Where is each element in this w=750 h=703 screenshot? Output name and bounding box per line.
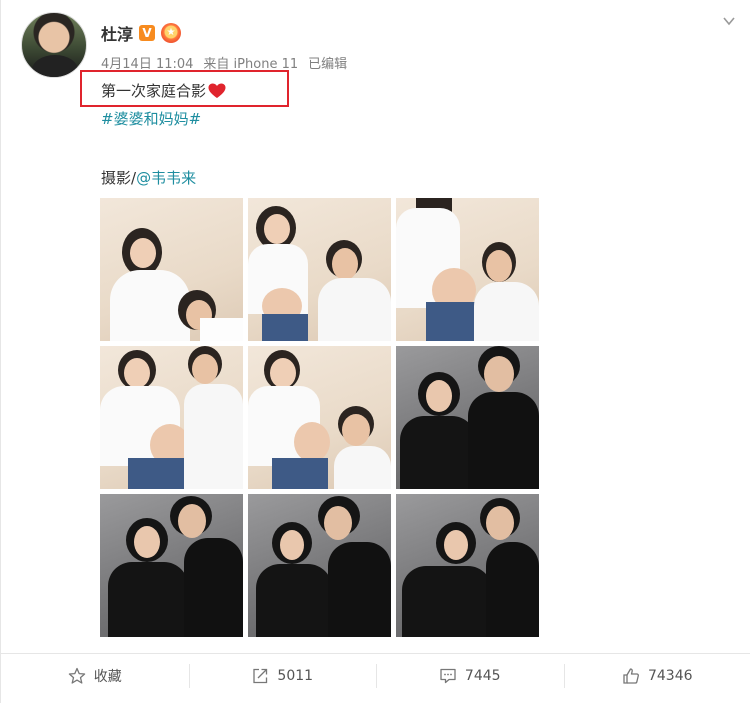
edited-label[interactable]: 已编辑 bbox=[308, 53, 347, 72]
post-text: 第一次家庭合影 bbox=[101, 82, 207, 100]
photo-thumbnail[interactable] bbox=[248, 198, 391, 341]
photo-thumbnail[interactable] bbox=[100, 346, 243, 489]
verified-badge: V bbox=[139, 25, 156, 41]
photo-thumbnail[interactable] bbox=[248, 346, 391, 489]
credit-mention-link[interactable]: @韦韦来 bbox=[136, 169, 196, 187]
topic-link[interactable]: #婆婆和妈妈# bbox=[101, 108, 201, 129]
photo-thumbnail[interactable] bbox=[396, 494, 539, 637]
comment-button[interactable]: 7445 bbox=[376, 654, 564, 697]
chevron-down-icon[interactable] bbox=[722, 14, 736, 28]
avatar[interactable] bbox=[21, 12, 87, 78]
photo-thumbnail[interactable] bbox=[248, 494, 391, 637]
like-button[interactable]: 74346 bbox=[563, 654, 750, 697]
credit-prefix: 摄影/ bbox=[101, 169, 137, 187]
star-icon bbox=[68, 667, 86, 684]
photo-thumbnail[interactable] bbox=[100, 198, 243, 341]
photo-credit: 摄影/@韦韦来 bbox=[101, 167, 196, 188]
comment-icon bbox=[440, 668, 456, 683]
photo-thumbnail[interactable] bbox=[396, 198, 539, 341]
repost-count: 5011 bbox=[277, 667, 314, 684]
photo-thumbnail[interactable] bbox=[396, 346, 539, 489]
heart-icon bbox=[208, 83, 226, 98]
photo-thumbnail[interactable] bbox=[100, 494, 243, 637]
share-icon bbox=[253, 668, 268, 683]
repost-button[interactable]: 5011 bbox=[188, 654, 377, 697]
weibo-post-card: 杜淳 V ★ 4月14日 11:04 来自 iPhone 11 已编辑 第一次家… bbox=[0, 0, 750, 703]
favorite-label: 收藏 bbox=[93, 668, 122, 685]
like-count: 74346 bbox=[647, 667, 693, 684]
author-name[interactable]: 杜淳 bbox=[101, 21, 133, 45]
post-text-row: 第一次家庭合影 bbox=[101, 80, 226, 101]
thumbs-up-icon bbox=[623, 667, 639, 684]
action-bar: 收藏 5011 7445 74346 bbox=[1, 653, 750, 697]
author-row: 杜淳 V ★ bbox=[101, 21, 182, 45]
vip-badge-icon: ★ bbox=[161, 23, 182, 43]
favorite-button[interactable]: 收藏 bbox=[1, 654, 189, 697]
photo-grid bbox=[100, 198, 540, 637]
comment-count: 7445 bbox=[464, 667, 501, 684]
